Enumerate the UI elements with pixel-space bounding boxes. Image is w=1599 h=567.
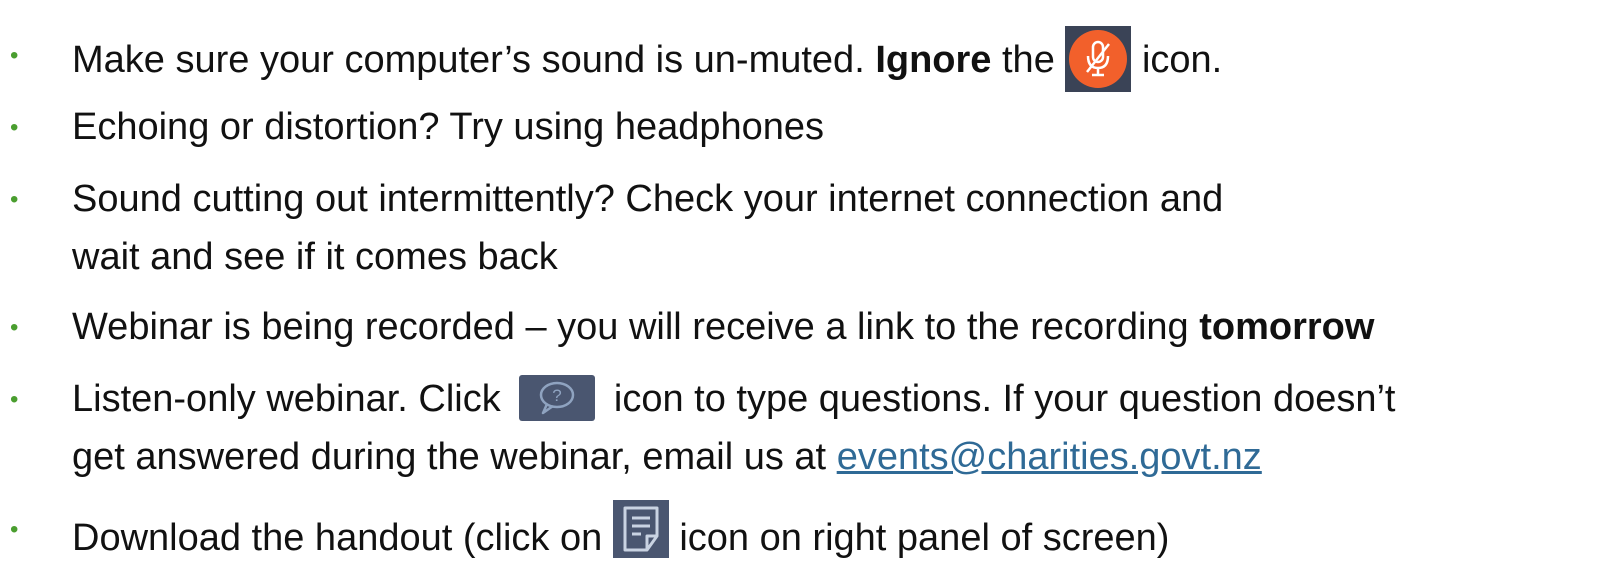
item-text: Make sure your computer’s sound is un-mu…	[72, 26, 1222, 92]
bullet: •	[10, 186, 19, 213]
bullet: •	[10, 114, 19, 141]
handout-document-icon	[612, 500, 669, 558]
questions-chat-icon: ?	[519, 375, 596, 421]
email-link[interactable]: events@charities.govt.nz	[837, 436, 1262, 478]
item-text-line1: Sound cutting out intermittently? Check …	[72, 178, 1224, 220]
svg-text:?: ?	[553, 386, 562, 405]
item-text-line2: get answered during the webinar, email u…	[72, 436, 1262, 478]
item-text: Download the handout (click on icon on r…	[72, 500, 1169, 567]
bullet: •	[10, 42, 19, 69]
muted-microphone-icon	[1065, 26, 1132, 92]
bullet: •	[10, 386, 19, 413]
item-text-line2: wait and see if it comes back	[72, 236, 558, 278]
bullet: •	[10, 516, 19, 543]
item-text: Echoing or distortion? Try using headpho…	[72, 106, 825, 148]
item-text: Webinar is being recorded – you will rec…	[72, 306, 1375, 348]
item-text-line1: Listen-only webinar. Click ? icon to typ…	[72, 370, 1395, 428]
bullet: •	[10, 314, 19, 341]
